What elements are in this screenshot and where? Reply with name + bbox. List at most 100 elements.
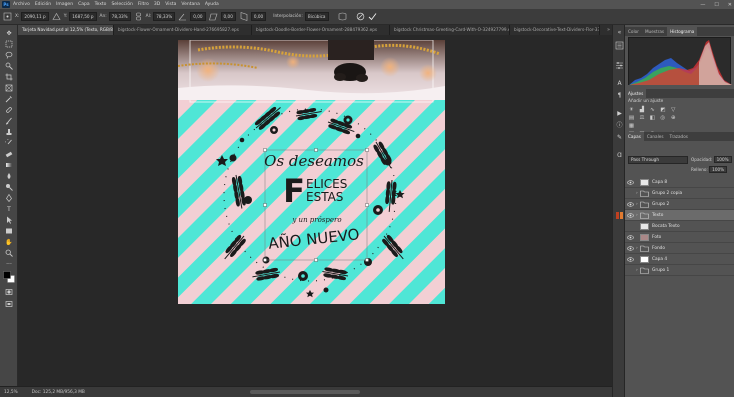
width-field[interactable]: 78,33% xyxy=(108,12,131,21)
rectangle-tool-icon[interactable] xyxy=(4,226,14,236)
menu-seleccion[interactable]: Selección xyxy=(111,2,132,7)
expand-arrow-icon[interactable]: › xyxy=(636,245,638,252)
screen-mode-icon[interactable] xyxy=(4,299,14,309)
expand-arrow-icon[interactable]: › xyxy=(636,267,638,274)
type-tool-icon[interactable]: T xyxy=(4,204,14,214)
paragraph-panel-icon[interactable]: ¶ xyxy=(615,91,624,100)
eyedropper-tool-icon[interactable] xyxy=(4,94,14,104)
menu-vista[interactable]: Vista xyxy=(165,2,176,7)
expand-arrow-icon[interactable]: › xyxy=(636,212,638,219)
tab-histograma[interactable]: Histograma xyxy=(667,27,698,36)
move-tool-icon[interactable]: ✥ xyxy=(4,28,14,38)
info-panel-icon[interactable]: ⓘ xyxy=(615,121,624,130)
y-field[interactable]: 1687,50 p xyxy=(69,12,97,21)
glyphs-panel-icon[interactable]: Ɑ xyxy=(615,151,624,160)
history-panel-icon[interactable] xyxy=(615,41,624,50)
menu-filtro[interactable]: Filtro xyxy=(138,2,149,7)
tab-doodle-border[interactable]: bigstock-Doodle-Border-Flower-Ornament-2… xyxy=(252,25,390,35)
pen-tool-icon[interactable] xyxy=(4,193,14,203)
blend-mode-select[interactable]: Pass Through xyxy=(628,156,688,164)
visibility-eye-icon[interactable] xyxy=(627,267,634,274)
path-selection-tool-icon[interactable] xyxy=(4,215,14,225)
layer-row[interactable]: › Texto xyxy=(625,210,734,221)
transform-reference-icon[interactable] xyxy=(3,12,12,21)
quick-mask-icon[interactable] xyxy=(4,287,14,297)
visibility-eye-icon[interactable] xyxy=(627,256,634,263)
curves-icon[interactable]: ∿ xyxy=(649,107,656,114)
canvas-area[interactable]: Os deseamos F ELICES ESTAS y un próspero… xyxy=(18,35,612,386)
visibility-eye-icon[interactable] xyxy=(627,234,634,241)
menu-3d[interactable]: 3D xyxy=(154,2,160,7)
color-swatches-icon[interactable] xyxy=(3,271,15,283)
close-icon[interactable]: ✕ xyxy=(728,2,732,8)
menu-edicion[interactable]: Edición xyxy=(35,2,51,7)
brush-tool-icon[interactable] xyxy=(4,116,14,126)
tab-capas[interactable]: Capas xyxy=(625,132,644,141)
layer-row[interactable]: Bocata Texto xyxy=(625,221,734,232)
visibility-eye-icon[interactable] xyxy=(627,245,634,252)
expand-arrow-icon[interactable]: › xyxy=(636,201,638,208)
tab-decorative-text[interactable]: bigstock-Decorative-Text-Dividers-Flor-3… xyxy=(510,25,600,35)
layer-row[interactable]: › Fondo xyxy=(625,243,734,254)
opacity-field[interactable]: 100% xyxy=(713,156,732,163)
interpolation-select[interactable]: Bicúbica xyxy=(304,12,329,21)
eraser-tool-icon[interactable] xyxy=(4,149,14,159)
levels-icon[interactable]: ▟ xyxy=(638,107,645,114)
libraries-panel-icon[interactable] xyxy=(615,211,624,220)
menu-ventana[interactable]: Ventana xyxy=(181,2,199,7)
lasso-tool-icon[interactable] xyxy=(4,50,14,60)
frame-tool-icon[interactable] xyxy=(4,83,14,93)
height-field[interactable]: 78,33% xyxy=(153,12,176,21)
blur-tool-icon[interactable] xyxy=(4,171,14,181)
tab-tarjeta-navidad[interactable]: Tarjeta Navidad.psd al 12,5% (Texto, RGB… xyxy=(18,25,114,35)
skew-v-field[interactable]: 0,00 xyxy=(250,12,267,21)
tab-trazados[interactable]: Trazados xyxy=(667,132,691,141)
collapse-panels-icon[interactable]: « xyxy=(615,28,624,37)
brightness-icon[interactable]: ☀ xyxy=(628,107,635,114)
menu-ayuda[interactable]: Ayuda xyxy=(205,2,219,7)
link-icon[interactable] xyxy=(134,12,143,21)
color-balance-icon[interactable]: ⚖ xyxy=(638,115,645,122)
menu-imagen[interactable]: Imagen xyxy=(56,2,73,7)
skew-h-field[interactable]: 0,00 xyxy=(220,12,236,21)
delta-icon[interactable] xyxy=(52,12,61,21)
gradient-tool-icon[interactable] xyxy=(4,160,14,170)
tab-ajustes[interactable]: Ajustes xyxy=(625,89,647,98)
properties-panel-icon[interactable] xyxy=(615,61,624,70)
dodge-tool-icon[interactable] xyxy=(4,182,14,192)
fill-field[interactable]: 100% xyxy=(709,166,728,173)
visibility-eye-icon[interactable] xyxy=(627,190,634,197)
visibility-eye-icon[interactable] xyxy=(627,201,634,208)
exposure-icon[interactable]: ◩ xyxy=(659,107,666,114)
healing-brush-tool-icon[interactable] xyxy=(4,105,14,115)
crop-tool-icon[interactable] xyxy=(4,72,14,82)
layer-row[interactable]: › Grupo 2 copia xyxy=(625,188,734,199)
zoom-level[interactable]: 12,5% xyxy=(4,390,18,395)
layer-row[interactable]: Foto xyxy=(625,232,734,243)
tab-christmas-card[interactable]: bigstock Christmas-Greeting-Card-With-O-… xyxy=(390,25,510,35)
tab-flower-ornament[interactable]: bigstock-Flower-Ornament-Dividers-Hand-2… xyxy=(114,25,252,35)
photo-filter-icon[interactable]: ◎ xyxy=(659,115,666,122)
layer-row[interactable]: › Grupo 2 xyxy=(625,199,734,210)
minimize-icon[interactable]: — xyxy=(700,2,705,8)
document-canvas[interactable]: Os deseamos F ELICES ESTAS y un próspero… xyxy=(178,40,445,304)
channel-mixer-icon[interactable]: ⊕ xyxy=(670,115,677,122)
visibility-eye-icon[interactable] xyxy=(627,179,634,186)
menu-capa[interactable]: Capa xyxy=(78,2,90,7)
doc-size[interactable]: Doc: 125,2 MB/956,3 MB xyxy=(32,390,85,395)
warp-icon[interactable] xyxy=(338,12,347,21)
layer-row[interactable]: › Grupo 1 xyxy=(625,265,734,276)
tab-muestras[interactable]: Muestras xyxy=(642,27,667,36)
tab-canales[interactable]: Canales xyxy=(644,132,667,141)
visibility-eye-icon[interactable] xyxy=(627,212,634,219)
black-white-icon[interactable]: ◧ xyxy=(649,115,656,122)
menu-texto[interactable]: Texto xyxy=(95,2,107,7)
stamp-tool-icon[interactable] xyxy=(4,127,14,137)
hand-tool-icon[interactable]: ✋ xyxy=(4,237,14,247)
character-panel-icon[interactable]: A xyxy=(615,79,624,88)
vibrance-icon[interactable]: ▽ xyxy=(670,107,677,114)
horizontal-scrollbar[interactable] xyxy=(250,390,360,394)
marquee-tool-icon[interactable] xyxy=(4,39,14,49)
actions-panel-icon[interactable]: ▶ xyxy=(615,109,624,118)
expand-arrow-icon[interactable]: › xyxy=(636,190,638,197)
